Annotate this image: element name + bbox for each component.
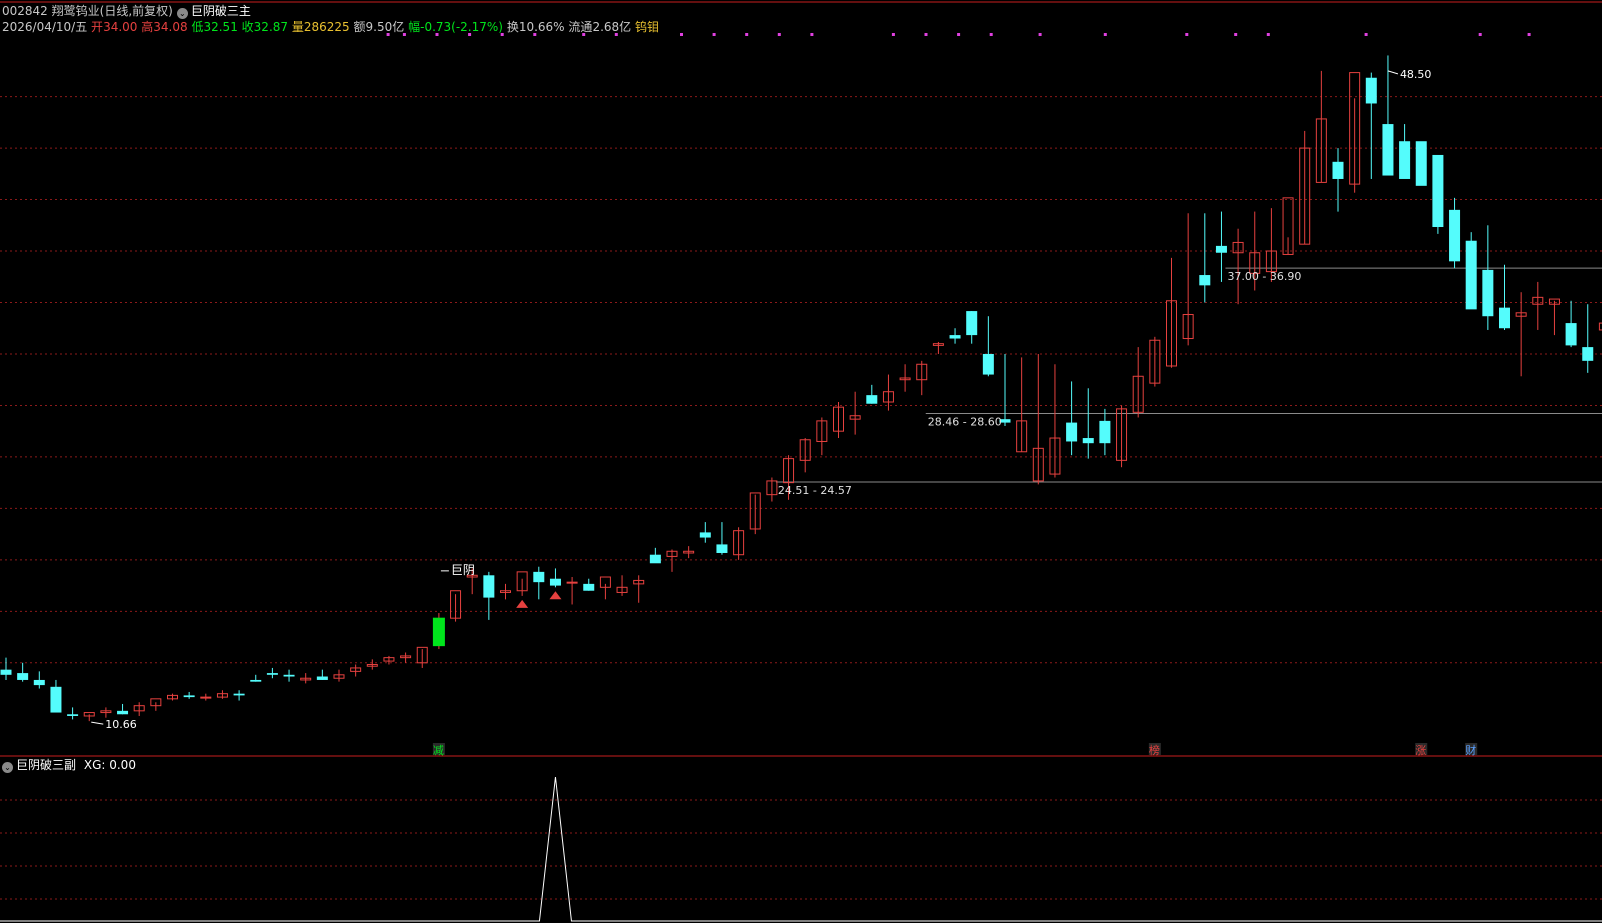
signal-dot (1234, 33, 1238, 36)
down-candle (1099, 420, 1111, 444)
down-candle (533, 571, 545, 583)
chart-labels: 37.00 - 36.90 28.46 - 28.60 24.51 - 24.57 4… (91, 68, 1478, 757)
signal-dot (1266, 33, 1270, 36)
signal-dot (1527, 33, 1531, 36)
down-candle (67, 714, 79, 716)
event-tag: 榜 (1149, 743, 1160, 757)
signal-dot (810, 33, 814, 36)
signal-dot (989, 33, 993, 36)
down-candle (266, 673, 278, 675)
down-candle (699, 532, 711, 538)
signal-dot (1185, 33, 1189, 36)
down-candle (1499, 307, 1510, 329)
high-price-label: 48.50 (1400, 68, 1432, 81)
down-candle (183, 695, 195, 698)
down-candle (1465, 240, 1477, 310)
down-candle (233, 693, 245, 696)
down-candle (649, 554, 661, 564)
sub-indicator-name[interactable]: 巨阴破三副 (16, 758, 76, 772)
down-candle (1066, 422, 1078, 442)
signal-dot (533, 33, 537, 36)
signal-dot (777, 33, 781, 36)
event-tag: 涨 (1415, 744, 1426, 757)
signal-dot (745, 33, 749, 36)
signal-dot (1364, 33, 1368, 36)
signal-dot (1103, 33, 1107, 36)
xg-value: 0.00 (109, 758, 136, 772)
down-candle (1399, 141, 1411, 179)
down-candle (549, 578, 561, 586)
signal-dot (435, 33, 439, 36)
down-candle (966, 311, 978, 336)
low-price-label: 10.66 (105, 718, 137, 731)
down-candle (33, 679, 45, 686)
down-candle (1449, 209, 1461, 262)
down-candle (17, 673, 29, 680)
down-candle (1215, 245, 1227, 253)
low-pointer (91, 721, 104, 725)
down-candle (1415, 141, 1427, 186)
event-tag: 减 (433, 744, 444, 757)
top-markers (386, 33, 1531, 36)
down-candle (1482, 269, 1494, 317)
signal-dot (402, 33, 406, 36)
high-pointer (1387, 70, 1399, 75)
signal-dot (582, 33, 586, 36)
buy-triangle (549, 591, 562, 600)
candlesticks (0, 55, 1602, 722)
signal-dot (680, 33, 683, 36)
down-candle (949, 335, 961, 339)
signal-dot (500, 33, 504, 36)
buy-triangle (516, 599, 529, 608)
down-candle (716, 544, 728, 553)
down-candle (117, 710, 129, 715)
down-candle (1199, 275, 1211, 286)
price-grid (0, 1, 1602, 900)
level-label: 24.51 - 24.57 (778, 484, 852, 497)
down-candle (1565, 323, 1577, 346)
down-candle (250, 679, 262, 682)
up-candle (566, 581, 578, 584)
signal-candle (432, 617, 445, 647)
down-candle (583, 583, 595, 591)
down-candle (283, 674, 295, 677)
down-candle (483, 575, 495, 598)
event-tag: 财 (1465, 743, 1476, 757)
xg-label: XG: (83, 758, 106, 772)
level-label: 37.00 - 36.90 (1227, 270, 1301, 283)
level-label: 28.46 - 28.60 (928, 416, 1002, 429)
down-candle (1082, 438, 1094, 444)
signal-dot (1038, 33, 1042, 36)
level-lines (775, 267, 1602, 483)
signal-dot (891, 33, 895, 36)
signal-dot (957, 33, 961, 36)
signal-dot (924, 33, 928, 36)
signal-dot (712, 33, 716, 36)
signal-dot (614, 33, 618, 36)
sub-panel-header: ⌄ 巨阴破三副 XG: 0.00 (2, 757, 136, 773)
down-candle (316, 676, 328, 680)
kline-chart[interactable]: 37.00 - 36.90 28.46 - 28.60 24.51 - 24.57 4… (0, 0, 1602, 923)
sub-indicator-menu-icon[interactable]: ⌄ (2, 762, 13, 773)
up-candle (200, 696, 212, 699)
signal-dot (468, 33, 472, 36)
down-candle (50, 686, 62, 713)
down-candle (1332, 161, 1344, 179)
down-candle (1432, 154, 1444, 228)
signal-dot (386, 33, 390, 36)
down-candle (866, 395, 878, 404)
signal-label: 巨阴 (451, 563, 475, 577)
down-candle (1582, 347, 1594, 361)
down-candle (1382, 124, 1394, 176)
down-candle (1365, 77, 1377, 104)
down-candle (0, 669, 12, 675)
down-candle (982, 353, 994, 375)
signal-dot (1478, 33, 1482, 36)
